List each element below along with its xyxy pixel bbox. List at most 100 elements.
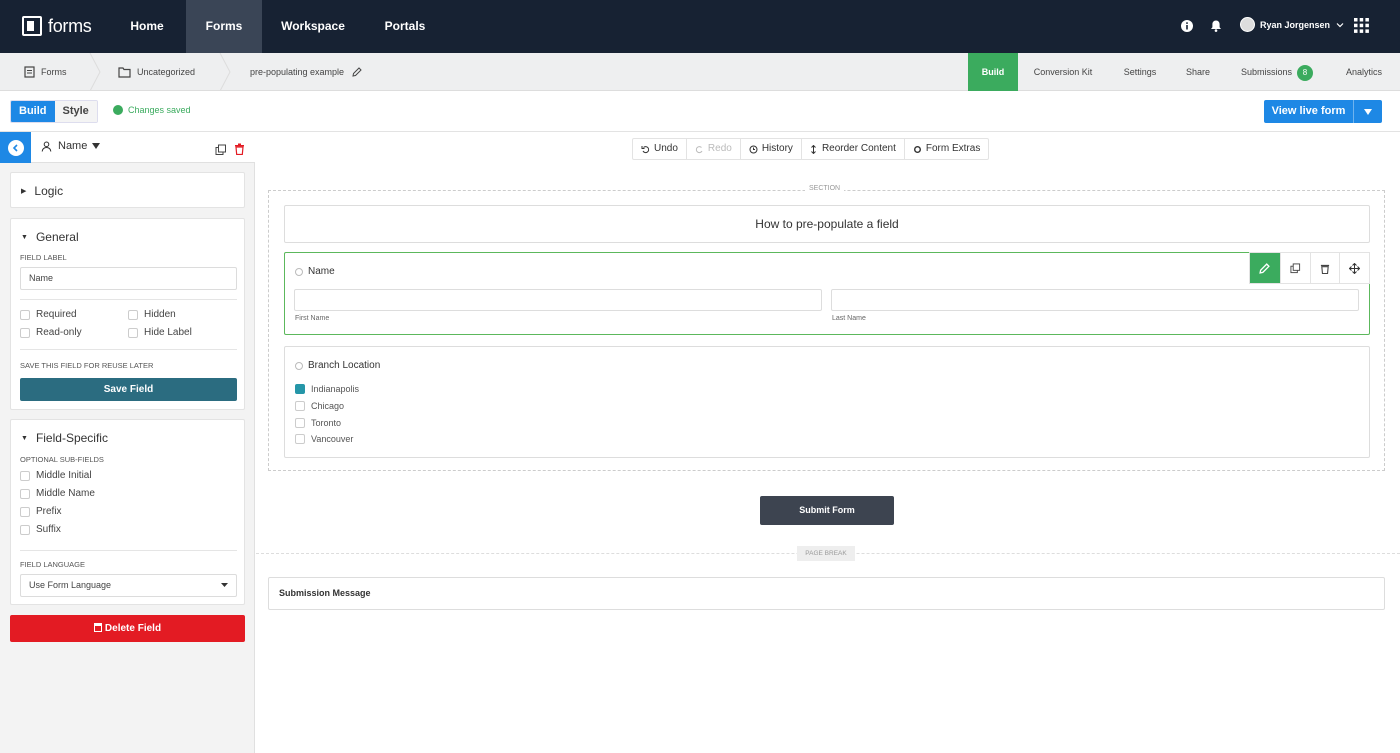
duplicate-icon[interactable]: [215, 144, 227, 156]
undo-button[interactable]: Undo: [633, 139, 687, 159]
tab-build[interactable]: Build: [968, 53, 1018, 91]
delete-field-button[interactable]: Delete Field: [10, 615, 245, 642]
bell-icon[interactable]: [1209, 19, 1223, 33]
chevron-down-icon: [1336, 22, 1344, 27]
checkbox-box: [20, 488, 30, 499]
caret-down-icon: [1364, 108, 1372, 115]
option-toronto[interactable]: Toronto: [295, 418, 341, 428]
mode-style-button[interactable]: Style: [54, 101, 97, 122]
apps-grid-icon[interactable]: [1354, 18, 1369, 33]
field-status-icon: [295, 267, 303, 276]
trash-icon: [1320, 264, 1329, 274]
name-field-title: Name: [295, 266, 335, 277]
nav-forms[interactable]: Forms: [186, 0, 262, 53]
field-specific-section-header[interactable]: ▼ Field-Specific: [21, 431, 108, 445]
nav-portals[interactable]: Portals: [376, 0, 434, 53]
pencil-icon: [1259, 262, 1271, 274]
document-icon: [24, 66, 35, 78]
option-indianapolis[interactable]: Indianapolis: [295, 384, 359, 394]
save-field-button[interactable]: Save Field: [20, 378, 237, 401]
tab-submissions[interactable]: Submissions 8: [1234, 53, 1320, 91]
tab-conversion-kit[interactable]: Conversion Kit: [1026, 53, 1100, 91]
duplicate-icon: [1290, 262, 1300, 273]
move-field-handle[interactable]: [1339, 253, 1369, 283]
mode-build-button[interactable]: Build: [11, 101, 55, 122]
folder-icon: [118, 67, 131, 78]
suffix-checkbox[interactable]: Suffix: [20, 524, 61, 535]
form-heading[interactable]: How to pre-populate a field: [284, 205, 1370, 243]
option-label: Vancouver: [311, 434, 354, 444]
field-label-input[interactable]: Name: [20, 267, 237, 290]
branch-location-block[interactable]: [284, 346, 1370, 458]
optional-subfields-caption: OPTIONAL SUB-FIELDS: [20, 455, 104, 464]
info-icon[interactable]: [1180, 19, 1194, 33]
check-circle-icon: [113, 105, 123, 115]
option-vancouver[interactable]: Vancouver: [295, 434, 353, 444]
read-only-label: Read-only: [36, 327, 82, 338]
option-chicago[interactable]: Chicago: [295, 401, 344, 411]
required-checkbox[interactable]: Required: [20, 309, 77, 320]
reorder-content-button[interactable]: Reorder Content: [802, 139, 905, 159]
canvas-toolbar: Undo Redo History Reorder Content Form E…: [632, 138, 990, 160]
view-live-form-button[interactable]: View live form: [1264, 100, 1382, 123]
view-live-form-dropdown[interactable]: [1354, 100, 1382, 123]
tab-share[interactable]: Share: [1180, 53, 1216, 91]
trash-icon[interactable]: [234, 143, 245, 155]
general-title: General: [35, 230, 79, 244]
tab-settings[interactable]: Settings: [1114, 53, 1166, 91]
field-type-selector[interactable]: Name: [41, 140, 101, 152]
edit-field-button[interactable]: [1250, 253, 1280, 283]
read-only-checkbox[interactable]: Read-only: [20, 327, 82, 338]
required-label: Required: [36, 309, 77, 320]
duplicate-field-button[interactable]: [1279, 253, 1310, 283]
delete-field-icon-button[interactable]: [1309, 253, 1340, 283]
pencil-icon[interactable]: [352, 67, 362, 77]
middle-initial-checkbox[interactable]: Middle Initial: [20, 470, 92, 481]
logic-section-header: ▶ Logic: [21, 184, 63, 198]
form-extras-button[interactable]: Form Extras: [905, 139, 988, 159]
hide-label-checkbox[interactable]: Hide Label: [128, 327, 192, 338]
breadcrumb-uncategorized[interactable]: Uncategorized: [118, 53, 195, 91]
breadcrumb-separator: [219, 53, 231, 91]
user-menu[interactable]: Ryan Jorgensen: [1240, 17, 1345, 32]
first-name-caption: First Name: [295, 315, 330, 322]
form-extras-label: Form Extras: [925, 143, 981, 154]
middle-name-checkbox[interactable]: Middle Name: [20, 488, 95, 499]
hidden-label: Hidden: [144, 309, 176, 320]
view-live-form-label[interactable]: View live form: [1264, 100, 1354, 123]
tab-submissions-label: Submissions: [1240, 67, 1293, 77]
breadcrumb-form-name[interactable]: pre-populating example: [250, 53, 368, 91]
save-status-text: Changes saved: [128, 105, 191, 115]
last-name-input[interactable]: [831, 289, 1359, 311]
redo-icon: [695, 145, 703, 153]
back-button[interactable]: [0, 132, 31, 163]
hidden-checkbox[interactable]: Hidden: [128, 309, 176, 320]
breadcrumb: Forms Uncategorized pre-populating examp…: [0, 53, 1400, 91]
caret-down-icon: ▼: [21, 434, 28, 442]
checkbox-box: [20, 470, 30, 481]
general-section-header[interactable]: ▼ General: [21, 230, 79, 244]
nav-workspace[interactable]: Workspace: [272, 0, 354, 53]
tab-analytics[interactable]: Analytics: [1338, 53, 1390, 91]
logic-section[interactable]: ▶ Logic: [10, 172, 245, 208]
field-specific-section: ▼ Field-Specific OPTIONAL SUB-FIELDS Midd…: [10, 419, 245, 605]
hide-label-label: Hide Label: [144, 327, 192, 338]
checkbox-box: [20, 327, 30, 338]
field-action-bar: [1249, 252, 1370, 284]
forms-logo[interactable]: forms: [22, 14, 92, 38]
prefix-checkbox[interactable]: Prefix: [20, 506, 62, 517]
field-language-select[interactable]: Use Form Language: [20, 574, 237, 597]
breadcrumb-forms[interactable]: Forms: [24, 53, 67, 91]
page-break-label[interactable]: PAGE BREAK: [797, 546, 855, 561]
divider: [20, 550, 237, 551]
redo-button[interactable]: Redo: [687, 139, 741, 159]
top-nav-bar: forms Home Forms Workspace Portals Ryan …: [0, 0, 1400, 53]
submission-message-block[interactable]: Submission Message: [268, 577, 1385, 610]
first-name-input[interactable]: [294, 289, 822, 311]
divider: [20, 299, 237, 300]
submit-form-button[interactable]: Submit Form: [760, 496, 894, 525]
checkbox-box: [128, 327, 138, 338]
history-button[interactable]: History: [741, 139, 802, 159]
nav-home[interactable]: Home: [118, 0, 176, 53]
arrow-left-icon: [7, 139, 24, 156]
